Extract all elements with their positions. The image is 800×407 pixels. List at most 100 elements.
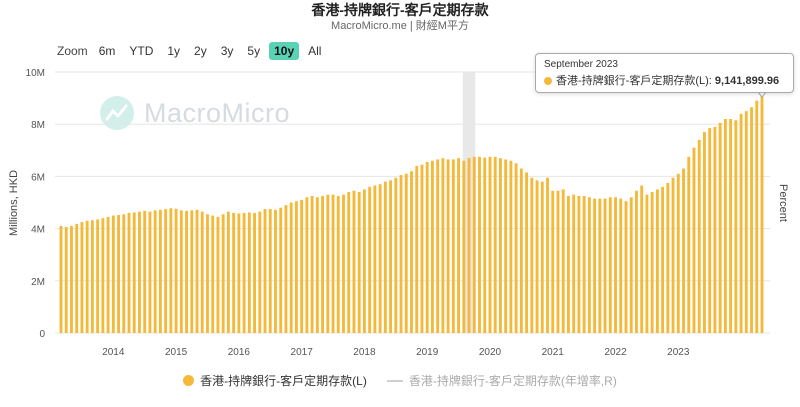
- bar: [446, 159, 450, 333]
- legend-line: [386, 379, 403, 382]
- bar: [195, 209, 199, 333]
- bar: [483, 157, 487, 333]
- bar: [671, 177, 675, 333]
- tooltip-date: September 2023: [544, 59, 618, 70]
- bar: [535, 180, 539, 333]
- bar: [666, 182, 670, 333]
- bar: [420, 164, 424, 333]
- legend-dot: [183, 375, 195, 386]
- bar: [174, 208, 178, 333]
- bar: [122, 214, 126, 333]
- bar: [132, 212, 136, 333]
- bar: [655, 189, 659, 333]
- bar: [378, 184, 382, 333]
- bar: [567, 195, 570, 333]
- x-axis-ticks: 2014 2015 2016 2017 2018 2019 2020 2021 2022 2023: [102, 347, 690, 358]
- bar: [368, 186, 372, 333]
- bar: [410, 171, 413, 333]
- bar: [723, 118, 727, 333]
- tooltip-series-label: 香港-持牌銀行-客戶定期存款(L):: [556, 75, 712, 87]
- bar: [263, 209, 267, 333]
- bar: [608, 197, 612, 333]
- bar: [242, 212, 246, 333]
- x-tick-label: 2021: [542, 347, 565, 358]
- bar: [430, 160, 434, 333]
- tooltip-row: 香港-持牌銀行-客戶定期存款(L): 9,141,899.96: [544, 72, 779, 88]
- bar: [59, 225, 63, 333]
- bar: [451, 159, 455, 333]
- bar: [676, 173, 680, 333]
- x-tick-label: 2020: [479, 347, 502, 358]
- bar: [650, 192, 654, 333]
- bar: [117, 215, 120, 333]
- bar: [315, 197, 319, 333]
- bar: [525, 172, 529, 333]
- bar: [488, 156, 492, 333]
- bar: [153, 210, 157, 333]
- x-tick-label: 2023: [667, 347, 690, 358]
- bar: [211, 215, 215, 333]
- bar: [493, 156, 497, 333]
- bar: [624, 201, 628, 333]
- bar: [268, 209, 272, 333]
- bar: [85, 220, 89, 333]
- bar: [404, 173, 408, 333]
- bar: [310, 195, 314, 333]
- bar: [383, 181, 387, 333]
- bar: [587, 197, 591, 333]
- bar: [294, 201, 298, 333]
- bar: [200, 211, 204, 333]
- bar: [169, 208, 173, 333]
- x-tick-label: 2018: [353, 347, 376, 358]
- bar: [687, 156, 691, 333]
- y-tick-label: 8M: [31, 120, 45, 131]
- bar: [321, 195, 325, 333]
- bar: [697, 139, 701, 333]
- bar: [472, 156, 476, 333]
- bar: [577, 195, 581, 333]
- bar: [305, 197, 309, 333]
- bar: [148, 211, 152, 333]
- bar: [80, 222, 84, 333]
- bar: [347, 192, 351, 333]
- bar: [734, 120, 738, 333]
- bar: [425, 162, 429, 333]
- bar: [540, 181, 544, 333]
- bar: [498, 158, 502, 333]
- bar: [467, 158, 471, 333]
- bar: [279, 207, 283, 333]
- bar: [598, 198, 602, 333]
- bar: [457, 158, 461, 333]
- bar: [143, 210, 147, 333]
- x-tick-label: 2014: [102, 347, 125, 358]
- bar: [551, 190, 555, 333]
- legend-item-secondary[interactable]: 香港-持牌銀行-客戶定期存款(年增率,R): [386, 372, 617, 389]
- bar: [357, 192, 361, 333]
- bar: [158, 209, 162, 333]
- bar: [237, 213, 241, 333]
- bar: [253, 212, 256, 333]
- bar: [331, 194, 335, 333]
- bar: [530, 177, 534, 333]
- bar: [138, 211, 141, 333]
- y-tick-label: 0: [39, 329, 45, 340]
- bar: [441, 158, 445, 333]
- bar: [394, 177, 398, 333]
- bar: [593, 198, 597, 333]
- bar: [232, 212, 236, 333]
- legend-item-primary[interactable]: 香港-持牌銀行-客戶定期存款(L): [183, 372, 367, 389]
- tooltip: September 2023 香港-持牌銀行-客戶定期存款(L): 9,141,…: [535, 53, 794, 93]
- y-axis-label-left: Millions, HKD: [8, 170, 20, 236]
- bar: [221, 214, 225, 333]
- legend: 香港-持牌銀行-客戶定期存款(L) 香港-持牌銀行-客戶定期存款(年增率,R): [0, 372, 800, 389]
- bar: [619, 198, 623, 333]
- bar: [692, 147, 696, 333]
- bar: [635, 190, 638, 333]
- x-tick-label: 2017: [291, 347, 314, 358]
- bar: [258, 211, 262, 333]
- bar: [718, 122, 722, 334]
- bar: [399, 175, 403, 333]
- bar: [389, 180, 393, 333]
- bar: [64, 227, 68, 333]
- bar: [96, 219, 100, 333]
